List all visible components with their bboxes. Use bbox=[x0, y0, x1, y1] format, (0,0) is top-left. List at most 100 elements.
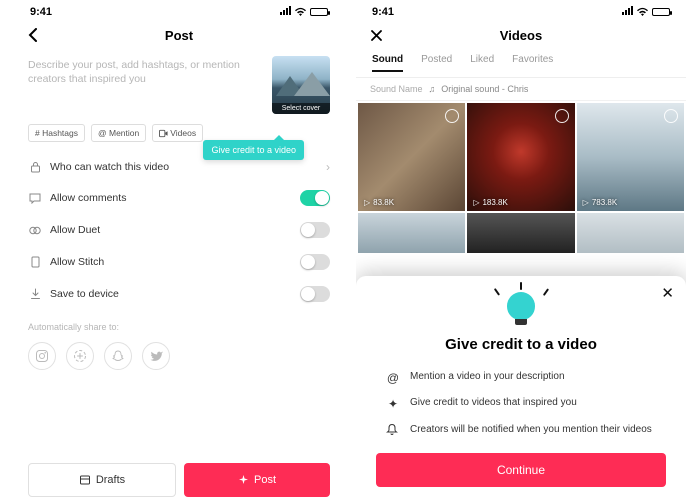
tab-sound[interactable]: Sound bbox=[372, 54, 403, 71]
videos-chip-label: Videos bbox=[170, 128, 196, 138]
select-circle[interactable] bbox=[664, 109, 678, 123]
video-grid: ▷ 83.8K ▷ 183.8K ▷ 783.8K bbox=[356, 101, 686, 213]
post-screen: 9:41 Post Describe your post, add hashta… bbox=[14, 0, 344, 503]
duet-icon bbox=[28, 225, 42, 236]
stitch-toggle[interactable] bbox=[300, 254, 330, 270]
post-button[interactable]: Post bbox=[184, 463, 330, 497]
comment-icon bbox=[28, 193, 42, 204]
lock-icon bbox=[28, 161, 42, 173]
stitch-label: Allow Stitch bbox=[50, 256, 104, 268]
video-cell[interactable]: ▷ 783.8K bbox=[577, 103, 684, 211]
save-toggle[interactable] bbox=[300, 286, 330, 302]
sparkle-icon: ✦ bbox=[386, 396, 400, 412]
duet-label: Allow Duet bbox=[50, 224, 100, 236]
chip-row: # Hashtags @ Mention Videos Give credit … bbox=[14, 122, 344, 152]
page-title: Post bbox=[165, 28, 193, 43]
duet-row: Allow Duet bbox=[28, 214, 330, 246]
bottom-bar: Drafts Post bbox=[28, 463, 330, 497]
duet-toggle[interactable] bbox=[300, 222, 330, 238]
views-badge: ▷ 83.8K bbox=[364, 198, 394, 207]
bell-icon bbox=[386, 423, 400, 436]
signal-icon bbox=[621, 6, 633, 18]
battery-icon bbox=[652, 8, 670, 16]
drafts-button[interactable]: Drafts bbox=[28, 463, 176, 497]
mention-icon: @ bbox=[386, 370, 400, 386]
post-editor: Describe your post, add hashtags, or men… bbox=[14, 50, 344, 122]
video-grid-row2 bbox=[356, 213, 686, 253]
video-cell[interactable]: ▷ 83.8K bbox=[358, 103, 465, 211]
tabs: Sound Posted Liked Favorites bbox=[356, 50, 686, 78]
back-button[interactable] bbox=[28, 28, 38, 42]
views-badge: ▷ 183.8K bbox=[473, 198, 508, 207]
credit-sheet: ✕ Give credit to a video @ Mention a vid… bbox=[356, 276, 686, 503]
status-bar: 9:41 bbox=[14, 0, 344, 20]
videos-screen: 9:41 Videos Sound Posted Liked Favorites… bbox=[356, 0, 686, 503]
video-cell[interactable] bbox=[577, 213, 684, 253]
cover-thumbnail[interactable]: Select cover bbox=[272, 56, 330, 114]
video-cell[interactable] bbox=[358, 213, 465, 253]
wifi-icon bbox=[294, 7, 307, 17]
tab-liked[interactable]: Liked bbox=[470, 54, 494, 71]
video-cell[interactable]: ▷ 183.8K bbox=[467, 103, 574, 211]
video-cell[interactable] bbox=[467, 213, 574, 253]
snapchat-share-icon[interactable] bbox=[104, 342, 132, 370]
wifi-icon bbox=[636, 7, 649, 17]
status-time: 9:41 bbox=[372, 6, 394, 18]
tab-favorites[interactable]: Favorites bbox=[512, 54, 553, 71]
stitch-icon bbox=[28, 256, 42, 268]
comments-label: Allow comments bbox=[50, 192, 126, 204]
select-circle[interactable] bbox=[445, 109, 459, 123]
comments-toggle[interactable] bbox=[300, 190, 330, 206]
sheet-item-text: Mention a video in your description bbox=[410, 370, 565, 384]
post-label: Post bbox=[254, 474, 276, 486]
download-icon bbox=[28, 288, 42, 300]
instagram-share-icon[interactable] bbox=[28, 342, 56, 370]
drafts-label: Drafts bbox=[96, 474, 125, 486]
lightbulb-icon bbox=[376, 286, 666, 336]
status-icons bbox=[279, 6, 328, 18]
videos-chip[interactable]: Videos bbox=[152, 124, 203, 142]
post-icon bbox=[238, 475, 249, 486]
status-icons bbox=[621, 6, 670, 18]
nav-header: Post bbox=[14, 20, 344, 50]
sound-name: Original sound - Chris bbox=[441, 84, 528, 94]
chevron-right-icon: › bbox=[326, 160, 330, 174]
page-title: Videos bbox=[500, 28, 542, 43]
comments-row: Allow comments bbox=[28, 182, 330, 214]
sheet-item-text: Creators will be notified when you menti… bbox=[410, 423, 652, 437]
battery-icon bbox=[310, 8, 328, 16]
sheet-item: ✦ Give credit to videos that inspired yo… bbox=[376, 391, 666, 417]
sheet-item-text: Give credit to videos that inspired you bbox=[410, 396, 577, 410]
sound-label: Sound Name bbox=[370, 84, 423, 94]
sound-row[interactable]: Sound Name ♫ Original sound - Chris bbox=[356, 78, 686, 101]
close-button[interactable] bbox=[370, 29, 383, 42]
twitter-share-icon[interactable] bbox=[142, 342, 170, 370]
autoshare-label: Automatically share to: bbox=[14, 310, 344, 338]
stitch-row: Allow Stitch bbox=[28, 246, 330, 278]
sheet-close-button[interactable]: ✕ bbox=[661, 284, 674, 302]
sheet-item: @ Mention a video in your description bbox=[376, 365, 666, 391]
nav-header: Videos bbox=[356, 20, 686, 50]
sheet-title: Give credit to a video bbox=[376, 336, 666, 353]
select-cover-label: Select cover bbox=[272, 103, 330, 114]
select-circle[interactable] bbox=[555, 109, 569, 123]
settings-list: Who can watch this video Everyone › Allo… bbox=[14, 152, 344, 310]
signal-icon bbox=[279, 6, 291, 18]
share-icons-row bbox=[14, 338, 344, 380]
mention-chip[interactable]: @ Mention bbox=[91, 124, 146, 142]
status-time: 9:41 bbox=[30, 6, 52, 18]
continue-button[interactable]: Continue bbox=[376, 453, 666, 487]
privacy-label: Who can watch this video bbox=[50, 161, 169, 173]
credit-tooltip[interactable]: Give credit to a video bbox=[203, 140, 304, 160]
save-label: Save to device bbox=[50, 288, 119, 300]
music-note-icon: ♫ bbox=[429, 84, 436, 94]
sheet-item: Creators will be notified when you menti… bbox=[376, 418, 666, 442]
description-input[interactable]: Describe your post, add hashtags, or men… bbox=[28, 56, 264, 114]
tab-posted[interactable]: Posted bbox=[421, 54, 452, 71]
stories-share-icon[interactable] bbox=[66, 342, 94, 370]
hashtags-chip[interactable]: # Hashtags bbox=[28, 124, 85, 142]
status-bar: 9:41 bbox=[356, 0, 686, 20]
views-badge: ▷ 783.8K bbox=[583, 198, 618, 207]
save-row: Save to device bbox=[28, 278, 330, 310]
video-icon bbox=[159, 129, 168, 138]
